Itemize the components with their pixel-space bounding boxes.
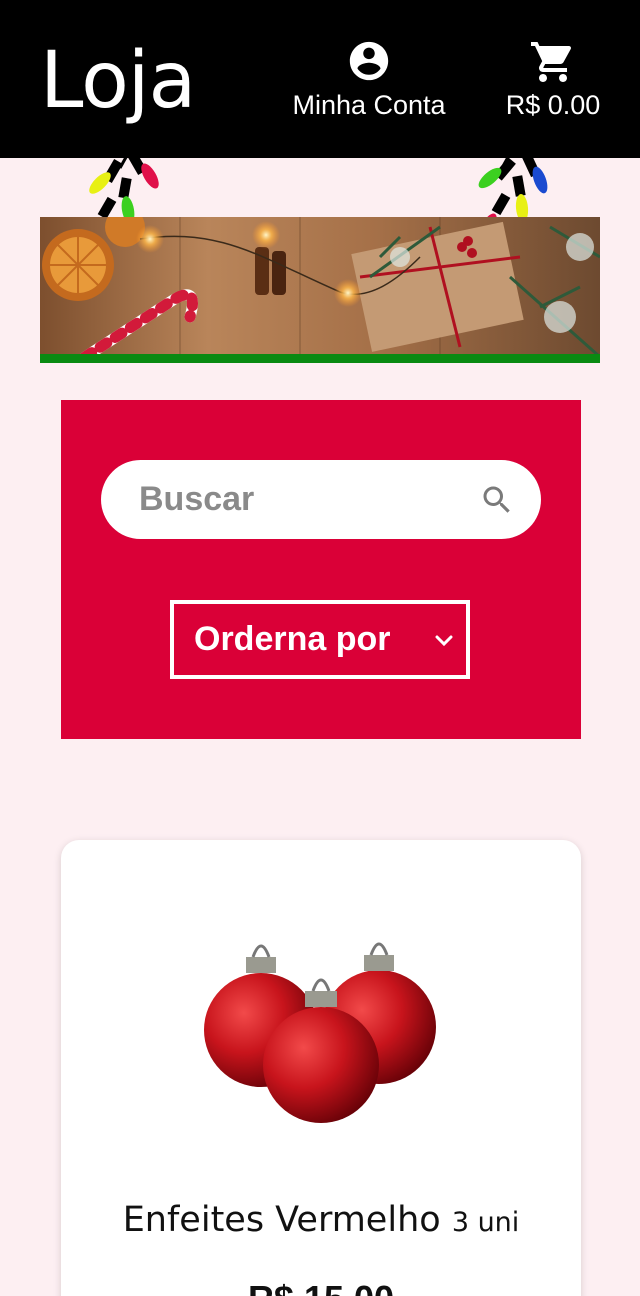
product-card[interactable]: Enfeites Vermelho 3 uni R$ 15,00 <box>61 840 581 1296</box>
cart-total: R$ 0.00 <box>505 90 601 120</box>
banner-illustration <box>40 217 600 363</box>
product-name-text: Enfeites Vermelho <box>122 1200 441 1240</box>
sort-select[interactable]: Orderna por <box>170 600 470 679</box>
store-logo[interactable]: Loja <box>40 38 196 124</box>
product-name[interactable]: Enfeites Vermelho 3 uni <box>61 1200 581 1240</box>
cart-button[interactable]: R$ 0.00 <box>500 38 606 121</box>
account-circle-icon <box>349 41 389 81</box>
christmas-banner-image <box>40 217 600 363</box>
my-account-label: Minha Conta <box>292 90 446 120</box>
search-icon[interactable] <box>479 482 515 518</box>
filter-panel: Orderna por <box>61 400 581 739</box>
product-quantity: 3 uni <box>451 1207 520 1238</box>
product-price: R$ 15,00 <box>61 1278 581 1296</box>
top-bar: Loja Minha Conta R$ 0.00 <box>0 0 640 158</box>
banner-green-stripe <box>40 354 600 363</box>
chevron-down-icon <box>435 635 453 647</box>
shopping-cart-icon <box>531 42 572 82</box>
search-input[interactable] <box>139 460 459 539</box>
search-box <box>101 460 541 539</box>
my-account-link[interactable]: Minha Conta <box>284 38 454 121</box>
sort-select-label: Orderna por <box>194 620 391 658</box>
red-ornaments-image <box>204 942 436 1123</box>
